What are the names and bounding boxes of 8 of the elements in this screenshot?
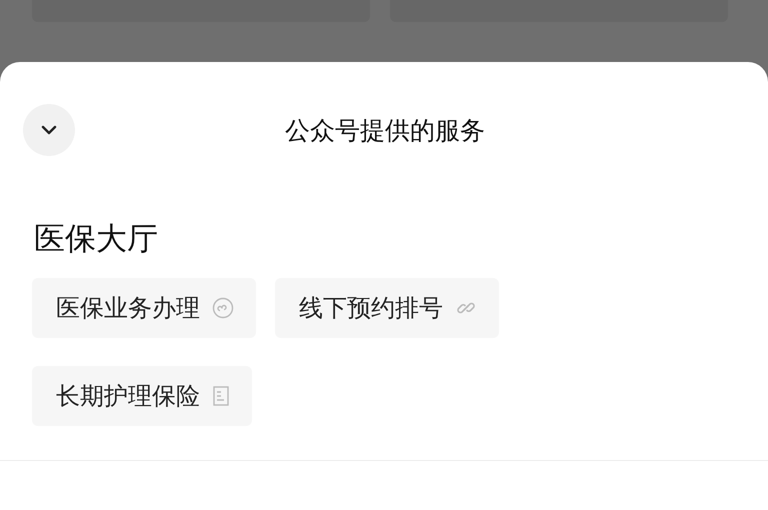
- section-heading: 医保大厅: [34, 220, 159, 259]
- document-icon: [212, 385, 230, 407]
- service-chip[interactable]: 医保业务办理: [32, 278, 256, 338]
- sheet-title: 公众号提供的服务: [285, 114, 485, 146]
- collapse-button[interactable]: [23, 104, 75, 156]
- mini-program-icon: [212, 297, 234, 319]
- service-chip[interactable]: 线下预约排号: [275, 278, 499, 338]
- service-chip[interactable]: 长期护理保险: [32, 366, 252, 426]
